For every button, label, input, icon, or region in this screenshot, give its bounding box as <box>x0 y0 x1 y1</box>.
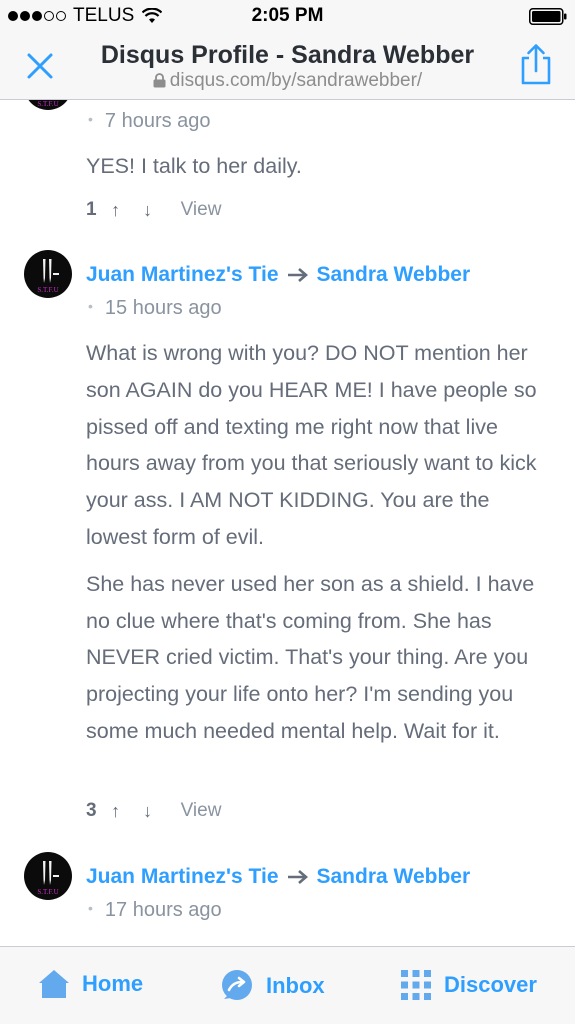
tab-inbox[interactable]: Inbox <box>220 969 325 1003</box>
comment-timestamp[interactable]: • 15 hours ago <box>88 297 222 320</box>
clock: 2:05 PM <box>251 5 324 26</box>
share-icon[interactable] <box>517 42 555 86</box>
avatar[interactable]: S.T.F.U <box>24 852 72 900</box>
browser-header: Disqus Profile - Sandra Webber disqus.co… <box>0 32 575 100</box>
reply-arrow-icon <box>287 268 308 282</box>
inbox-icon <box>222 970 252 1000</box>
page-title: Disqus Profile - Sandra Webber <box>100 41 475 69</box>
comment-paragraph: YES! I talk to her daily. <box>86 154 302 178</box>
upvote-icon[interactable]: ↑ <box>105 801 127 822</box>
comment-feed[interactable]: S.T.F.U • 7 hours ago YES! I talk to her … <box>0 100 575 946</box>
avatar[interactable]: S.T.F.U <box>24 250 72 298</box>
view-link[interactable]: View <box>181 800 222 822</box>
reply-arrow-icon <box>287 870 308 884</box>
comment-paragraph: What is wrong with you? DO NOT mention h… <box>86 341 537 549</box>
stfu-logo-icon: S.T.F.U <box>37 100 58 108</box>
comment-timestamp[interactable]: • 7 hours ago <box>88 110 211 133</box>
reply-to-name[interactable]: Sandra Webber <box>317 263 471 287</box>
comment-body: YES! I talk to her daily. <box>86 148 556 185</box>
stfu-logo-icon: S.T.F.U <box>37 259 59 294</box>
tab-discover[interactable]: Discover <box>400 969 537 1001</box>
svg-text:S.T.F.U: S.T.F.U <box>37 286 58 294</box>
comment-author-line: Juan Martinez's Tie Sandra Webber <box>86 865 470 889</box>
tab-home[interactable]: Home <box>38 969 143 999</box>
upvote-icon[interactable]: ↑ <box>105 200 127 221</box>
comment-timestamp[interactable]: • 17 hours ago <box>88 899 222 922</box>
svg-text:S.T.F.U: S.T.F.U <box>37 888 58 896</box>
page-url: disqus.com/by/sandrawebber/ <box>0 70 575 92</box>
status-bar: TELUS 2:05 PM <box>0 0 575 32</box>
downvote-icon[interactable]: ↓ <box>137 801 159 822</box>
battery-icon <box>529 8 567 25</box>
bottom-tab-bar: Home Inbox Discover <box>0 946 575 1024</box>
author-name[interactable]: Juan Martinez's Tie <box>86 865 279 889</box>
comment-paragraph: She has never used her son as a shield. … <box>86 571 535 743</box>
tab-home-label: Home <box>82 971 144 996</box>
comment-body: What is wrong with you? DO NOT mention h… <box>86 335 556 750</box>
comment-actions: 3 ↑ ↓ View <box>86 800 221 822</box>
tab-inbox-label: Inbox <box>266 973 325 998</box>
home-icon <box>39 970 69 998</box>
comment-actions: 1 ↑ ↓ View <box>86 199 221 221</box>
svg-text:S.T.F.U: S.T.F.U <box>37 100 58 108</box>
url-text: disqus.com/by/sandrawebber/ <box>169 70 423 91</box>
downvote-icon[interactable]: ↓ <box>137 200 159 221</box>
discover-grid-icon <box>401 970 431 1000</box>
vote-count: 1 <box>86 199 97 220</box>
avatar[interactable]: S.T.F.U <box>24 100 72 110</box>
reply-to-name[interactable]: Sandra Webber <box>317 865 471 889</box>
comment-author-line: Juan Martinez's Tie Sandra Webber <box>86 263 470 287</box>
tab-discover-label: Discover <box>444 972 537 997</box>
stfu-logo-icon: S.T.F.U <box>37 861 59 896</box>
view-link[interactable]: View <box>181 199 222 221</box>
lock-icon <box>153 73 166 88</box>
vote-count: 3 <box>86 800 97 821</box>
author-name[interactable]: Juan Martinez's Tie <box>86 263 279 287</box>
